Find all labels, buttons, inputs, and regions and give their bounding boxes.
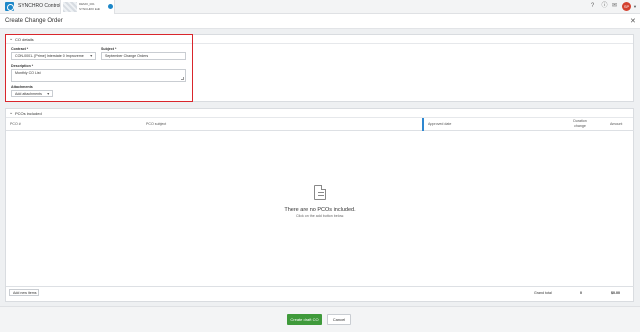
empty-state-subtitle: Click on the add button below. bbox=[296, 214, 344, 218]
add-attachments-label: Add attachments bbox=[15, 92, 42, 96]
empty-state-title: There are no PCOs included. bbox=[284, 207, 356, 213]
column-header-pco-subject[interactable]: PCO subject bbox=[146, 122, 166, 126]
notifications-icon[interactable]: ✉ bbox=[611, 3, 618, 10]
add-attachments-button[interactable]: Add attachments ▼ bbox=[11, 90, 53, 97]
top-bar: SYNCHRO Control DEMO_001 SYNCHRO Edit ? … bbox=[0, 0, 640, 14]
chevron-down-icon: ▼ bbox=[46, 92, 50, 96]
project-tab[interactable]: DEMO_001 SYNCHRO Edit bbox=[60, 0, 115, 14]
user-avatar[interactable]: SP bbox=[622, 2, 631, 11]
document-line bbox=[318, 192, 324, 193]
chevron-down-icon[interactable]: ▼ bbox=[633, 4, 637, 9]
contract-label: Contract * bbox=[11, 47, 29, 51]
create-draft-co-button[interactable]: Create draft CO bbox=[287, 314, 322, 325]
pcos-header[interactable]: ⌄ PCOs included bbox=[6, 109, 633, 118]
grand-total-duration: 0 bbox=[580, 291, 582, 295]
app-title: SYNCHRO Control bbox=[18, 3, 61, 9]
add-new-items-button[interactable]: Add new items bbox=[9, 289, 39, 296]
help-icon[interactable]: ? bbox=[589, 3, 596, 10]
page-title: Create Change Order bbox=[5, 18, 63, 24]
column-resize-handle[interactable] bbox=[422, 118, 424, 131]
document-line bbox=[318, 195, 324, 196]
column-header-pco-number[interactable]: PCO # bbox=[10, 122, 21, 126]
description-textarea[interactable]: Monthly CO List bbox=[11, 69, 186, 82]
grand-total-label: Grand total bbox=[534, 291, 552, 295]
description-label: Description * bbox=[11, 64, 34, 68]
column-header-duration-change[interactable]: Duration change bbox=[569, 119, 591, 129]
column-header-approved-date[interactable]: Approved date bbox=[428, 122, 451, 126]
resize-grip-icon[interactable] bbox=[181, 77, 184, 80]
pcos-panel: ⌄ PCOs included bbox=[5, 108, 634, 302]
contract-value: CON-0001- [Prime] Interstate 0 Improveme bbox=[15, 54, 84, 58]
grand-total-amount: $0.00 bbox=[611, 291, 620, 295]
project-thumbnail bbox=[63, 2, 77, 12]
project-name: DEMO_001 bbox=[79, 2, 95, 6]
project-badge-icon bbox=[108, 4, 113, 9]
synchro-logo-icon bbox=[5, 2, 14, 11]
info-icon[interactable]: ⓘ bbox=[601, 3, 608, 10]
subject-input[interactable]: September Change Orders bbox=[101, 52, 186, 60]
close-icon[interactable]: ✕ bbox=[630, 17, 636, 25]
column-header-amount[interactable]: Amount bbox=[610, 122, 622, 126]
contract-select[interactable]: CON-0001- [Prime] Interstate 0 Improveme… bbox=[11, 52, 96, 60]
chevron-down-icon[interactable]: ⌄ bbox=[9, 110, 13, 116]
chevron-down-icon: ▼ bbox=[89, 54, 93, 58]
pcos-title: PCOs included bbox=[15, 111, 42, 116]
attachments-label: Attachments bbox=[11, 85, 33, 89]
project-app: SYNCHRO Edit bbox=[79, 7, 101, 11]
description-value: Monthly CO List bbox=[15, 71, 41, 75]
document-icon bbox=[314, 185, 326, 200]
subject-label: Subject * bbox=[101, 47, 117, 51]
table-header bbox=[6, 118, 634, 131]
cancel-button[interactable]: Cancel bbox=[327, 314, 351, 325]
